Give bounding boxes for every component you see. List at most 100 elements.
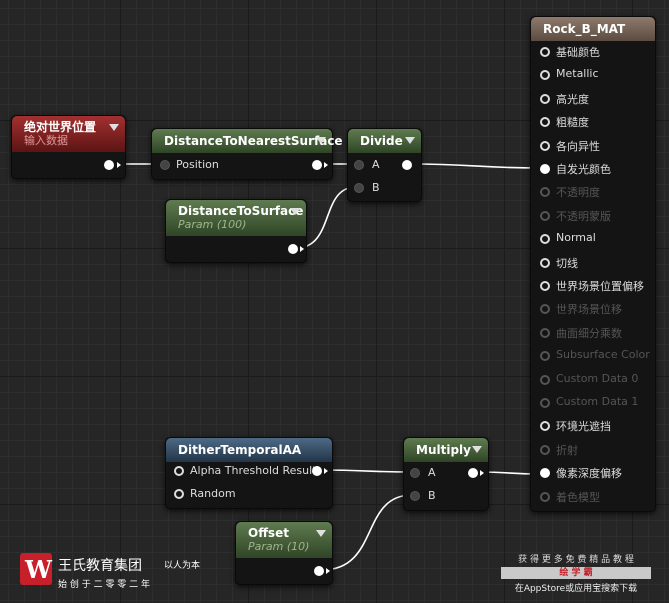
material-input-label: 切线 <box>556 256 578 270</box>
output-pin[interactable] <box>402 160 412 170</box>
company-logo: W 王氏教育集团 以人为本 始 创 于 二 零 零 二 年 <box>20 553 220 593</box>
material-input-pin[interactable] <box>540 47 550 57</box>
output-pin[interactable] <box>312 160 322 170</box>
material-input-pin[interactable] <box>540 257 550 268</box>
input-pin-a[interactable] <box>410 468 420 478</box>
arrow-right-icon <box>300 246 304 252</box>
output-pin[interactable] <box>312 466 322 476</box>
material-input-pin[interactable] <box>540 164 550 174</box>
material-input-label: 高光度 <box>556 92 589 106</box>
material-input-pin[interactable] <box>540 234 550 245</box>
material-title: Rock_B_MAT <box>543 22 626 36</box>
node-offset[interactable]: Offset Param (10) <box>235 521 333 585</box>
output-pin[interactable] <box>104 160 114 170</box>
node-title: DistanceToSurface <box>178 204 304 218</box>
material-input-pin[interactable] <box>540 468 550 479</box>
pin-label-b: B <box>372 181 380 194</box>
input-pin-position[interactable] <box>160 160 170 170</box>
material-input-label: 各向异性 <box>556 139 600 153</box>
node-subtitle: Param (10) <box>248 540 310 553</box>
material-input-label: Custom Data 0 <box>556 371 639 385</box>
material-input-pin[interactable] <box>540 351 550 362</box>
node-title: 绝对世界位置 <box>24 120 97 134</box>
material-input-pin[interactable] <box>540 491 550 502</box>
material-input-label: Custom Data 1 <box>556 395 639 408</box>
node-distance-to-nearest-surface[interactable]: DistanceToNearestSurface Position <box>151 128 343 180</box>
chevron-down-icon[interactable] <box>290 208 300 215</box>
chevron-down-icon[interactable] <box>316 137 326 144</box>
material-input-label: Normal <box>556 231 596 245</box>
arrow-right-icon <box>480 470 484 476</box>
input-pin-alpha-threshold[interactable] <box>174 466 184 476</box>
node-material-output[interactable]: Rock_B_MAT 基础颜色 Metallic 高光度 粗糙度 各向异性 自发光颜色 不透… <box>530 16 656 512</box>
node-header: 绝对世界位置 输入数据 <box>12 116 125 152</box>
logo-name: 王氏教育集团 <box>58 558 142 574</box>
input-pin-b[interactable] <box>354 183 364 193</box>
node-title: Offset <box>248 526 289 540</box>
pin-label-a: A <box>428 466 436 479</box>
node-header: DitherTemporalAA <box>166 438 332 462</box>
material-input-label: 基础颜色 <box>556 46 600 59</box>
node-header: DistanceToNearestSurface <box>152 129 343 153</box>
material-input-label: 不透明蒙版 <box>556 209 611 223</box>
input-pin-a[interactable] <box>354 160 364 170</box>
input-pin-random[interactable] <box>174 489 184 499</box>
material-input-pin[interactable] <box>540 93 550 104</box>
pin-label-random: Random <box>190 487 236 500</box>
node-title: Multiply <box>416 443 471 457</box>
material-input-label: 环境光遮挡 <box>556 420 611 434</box>
pin-label-a: A <box>372 158 380 171</box>
output-pin[interactable] <box>288 244 298 254</box>
material-input-pin[interactable] <box>540 210 550 221</box>
material-input-label: Subsurface Color <box>556 348 650 362</box>
material-input-pin[interactable] <box>540 70 550 81</box>
output-pin[interactable] <box>468 468 478 478</box>
chevron-down-icon[interactable] <box>405 137 415 144</box>
material-input-pin[interactable] <box>540 327 550 338</box>
chevron-down-icon[interactable] <box>109 124 119 131</box>
material-input-pin[interactable] <box>540 398 550 408</box>
pin-label-b: B <box>428 489 436 502</box>
material-input-label: 像素深度偏移 <box>556 467 622 481</box>
arrow-right-icon <box>324 162 328 168</box>
node-subtitle: Param (100) <box>178 218 247 231</box>
node-header: DistanceToSurface Param (100) <box>166 200 306 236</box>
node-distance-to-surface[interactable]: DistanceToSurface Param (100) <box>165 199 307 263</box>
material-input-pin[interactable] <box>540 187 550 198</box>
material-input-pin[interactable] <box>540 444 550 455</box>
node-subtitle: 输入数据 <box>24 134 68 147</box>
material-input-pin[interactable] <box>540 140 550 151</box>
output-pin[interactable] <box>314 566 324 576</box>
arrow-right-icon <box>324 468 328 474</box>
material-input-label: 粗糙度 <box>556 116 589 130</box>
logo-motto: 始 创 于 二 零 零 二 年 <box>58 580 151 590</box>
node-header: Multiply <box>404 438 488 462</box>
material-input-pin[interactable] <box>540 281 550 291</box>
material-input-label: Metallic <box>556 67 599 81</box>
promo-button[interactable]: 绘 学 霸 <box>501 567 651 579</box>
wire-alpha-to-a <box>320 469 413 473</box>
wire-offset-to-b <box>321 494 413 571</box>
pin-label-position: Position <box>176 158 219 171</box>
promo-line-1: 获 得 更 多 免 费 精 品 教 程 <box>518 555 634 565</box>
material-input-label: 世界场景位移 <box>556 303 622 317</box>
arrow-right-icon <box>117 162 121 168</box>
material-input-pin[interactable] <box>540 304 550 315</box>
material-input-pin[interactable] <box>540 117 550 128</box>
material-input-label: 曲面细分乘数 <box>556 326 622 340</box>
material-input-pin[interactable] <box>540 421 550 432</box>
chevron-down-icon[interactable] <box>472 446 482 453</box>
node-dither-temporal-aa[interactable]: DitherTemporalAA Alpha Threshold Result … <box>165 437 333 509</box>
node-absolute-world-position[interactable]: 绝对世界位置 输入数据 <box>11 115 126 179</box>
chevron-down-icon[interactable] <box>316 530 326 537</box>
logo-slogan: 以人为本 <box>164 561 201 571</box>
node-multiply[interactable]: Multiply A B <box>403 437 489 511</box>
logo-mark-letter: W <box>25 555 52 584</box>
wire-divide-to-emissive <box>411 163 541 169</box>
node-divide[interactable]: Divide A B <box>347 128 422 202</box>
pin-label-alpha-threshold: Alpha Threshold Result <box>190 464 317 477</box>
promo-watermark: 获 得 更 多 免 费 精 品 教 程 绘 学 霸 在AppStore或应用宝搜… <box>496 552 656 596</box>
material-input-pin[interactable] <box>540 374 550 385</box>
node-header: Rock_B_MAT <box>531 17 655 41</box>
input-pin-b[interactable] <box>410 491 420 501</box>
